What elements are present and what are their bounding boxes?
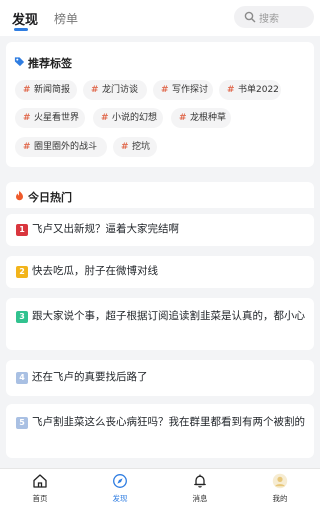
search-icon: [244, 11, 256, 23]
rank-badge: 3: [16, 311, 28, 323]
tag-item[interactable]: # 龙根种草: [171, 108, 231, 128]
hash-icon: #: [23, 142, 31, 152]
tags-section-title: 推荐标签: [28, 57, 72, 70]
tag-label: 龙门访谈: [102, 85, 139, 95]
hash-icon: #: [101, 113, 109, 123]
tab-discover[interactable]: 发现: [12, 9, 38, 28]
recommended-tags-card: 推荐标签 # 新闻简报 # 龙门访谈 # 写作探讨 # 书单2022 # 火星看…: [6, 42, 314, 167]
nav-label-discover: 发现: [112, 494, 128, 503]
hash-icon: #: [227, 85, 235, 95]
fire-icon: [16, 190, 23, 201]
tag-item[interactable]: # 圈里圈外的战斗: [15, 137, 107, 157]
hash-icon: #: [23, 113, 31, 123]
search-placeholder: 搜索: [259, 14, 279, 25]
hash-icon: #: [91, 85, 99, 95]
active-tab-indicator: [14, 28, 28, 31]
nav-label-messages: 消息: [192, 494, 208, 503]
hash-icon: #: [121, 142, 129, 152]
search-box[interactable]: 搜索: [234, 6, 314, 28]
bell-icon: [194, 474, 206, 488]
tag-label: 新闻简报: [34, 85, 71, 95]
hot-item-title: 快去吃瓜，肘子在微博对线: [32, 265, 158, 277]
tag-label: 火星看世界: [34, 113, 80, 123]
hash-icon: #: [161, 85, 169, 95]
tag-item[interactable]: # 新闻简报: [15, 80, 77, 100]
rank-badge: 2: [16, 266, 28, 278]
tab-ranking[interactable]: 榜单: [54, 10, 78, 27]
compass-icon: [113, 474, 127, 488]
tag-item[interactable]: # 龙门访谈: [83, 80, 147, 100]
tag-label: 龙根种草: [190, 113, 227, 123]
tag-label: 书单2022: [238, 85, 279, 95]
tag-label: 挖坑: [132, 142, 151, 152]
hot-section-title: 今日热门: [28, 191, 72, 204]
rank-badge: 4: [16, 372, 28, 384]
hot-item-title: 飞卢又出新规？逼着大家完结啊: [32, 223, 179, 235]
rank-badge: 5: [16, 417, 28, 429]
tag-item[interactable]: # 书单2022: [219, 80, 281, 100]
nav-discover[interactable]: 发现: [100, 473, 140, 505]
hot-list-item[interactable]: 3 跟大家说个事，超子根据订阅追读割韭菜是认真的，都小心: [6, 298, 314, 350]
tag-icon: [14, 57, 25, 67]
nav-profile[interactable]: 我的: [260, 473, 300, 505]
hot-list-item[interactable]: 4 还在飞卢的真要找后路了: [6, 360, 314, 396]
hot-section-header: 今日热门: [6, 182, 314, 208]
tag-label: 小说的幻想: [112, 113, 158, 123]
nav-home[interactable]: 首页: [20, 473, 60, 505]
top-bar: 发现 榜单 搜索: [0, 0, 320, 36]
tag-label: 圈里圈外的战斗: [34, 142, 98, 152]
hash-icon: #: [23, 85, 31, 95]
tag-item[interactable]: # 小说的幻想: [93, 108, 163, 128]
bottom-nav: 首页 发现 消息 我的: [0, 468, 320, 506]
hot-list-item[interactable]: 1 飞卢又出新规？逼着大家完结啊: [6, 214, 314, 246]
tag-item[interactable]: # 火星看世界: [15, 108, 85, 128]
home-icon: [33, 474, 47, 488]
tag-item[interactable]: # 挖坑: [113, 137, 157, 157]
hot-item-title: 还在飞卢的真要找后路了: [32, 371, 148, 383]
hot-item-title: 跟大家说个事，超子根据订阅追读割韭菜是认真的，都小心: [32, 310, 305, 322]
tag-item[interactable]: # 写作探讨: [153, 80, 213, 100]
nav-label-home: 首页: [32, 494, 48, 503]
hot-list-item[interactable]: 5 飞卢割韭菜这么丧心病狂吗？我在群里都看到有两个被割的: [6, 404, 314, 458]
hash-icon: #: [179, 113, 187, 123]
hot-list-item[interactable]: 2 快去吃瓜，肘子在微博对线: [6, 256, 314, 288]
hot-item-title: 飞卢割韭菜这么丧心病狂吗？我在群里都看到有两个被割的: [32, 416, 305, 428]
avatar-icon: [272, 473, 288, 489]
rank-badge: 1: [16, 224, 28, 236]
nav-label-profile: 我的: [272, 494, 288, 503]
tag-label: 写作探讨: [172, 85, 209, 95]
nav-messages[interactable]: 消息: [180, 473, 220, 505]
